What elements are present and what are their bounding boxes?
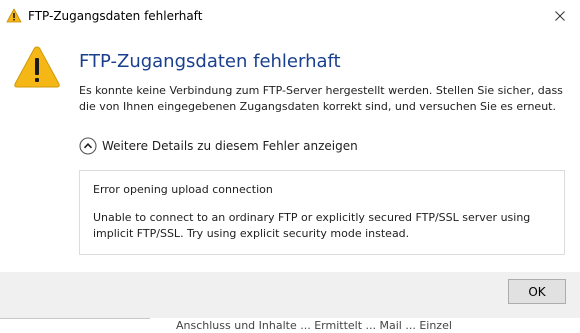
warning-icon: [14, 46, 60, 88]
dialog-heading: FTP-Zugangsdaten fehlerhaft: [79, 51, 341, 72]
content-panel: FTP-Zugangsdaten fehlerhaft Es konnte ke…: [0, 32, 580, 272]
close-button[interactable]: [540, 0, 580, 32]
warning-icon: [6, 8, 22, 23]
show-details-label: Weitere Details zu diesem Fehler anzeige…: [102, 139, 358, 153]
details-title: Error opening upload connection: [93, 183, 273, 196]
title-bar: FTP-Zugangsdaten fehlerhaft: [0, 0, 580, 32]
background-window-text: Anschluss und Inhalte ... Ermittelt ... …: [176, 319, 452, 332]
details-box: Error opening upload connection Unable t…: [79, 170, 565, 255]
chevron-up-circle-icon: [79, 137, 97, 155]
ok-button[interactable]: OK: [508, 279, 566, 304]
window-title: FTP-Zugangsdaten fehlerhaft: [28, 9, 203, 23]
error-dialog: FTP-Zugangsdaten fehlerhaft FTP-Zugangsd…: [0, 0, 580, 319]
details-body: Unable to connect to an ordinary FTP or …: [93, 211, 531, 240]
close-icon: [555, 11, 565, 21]
show-details-toggle[interactable]: Weitere Details zu diesem Fehler anzeige…: [79, 136, 358, 156]
dialog-message: Es konnte keine Verbindung zum FTP-Serve…: [79, 84, 563, 113]
